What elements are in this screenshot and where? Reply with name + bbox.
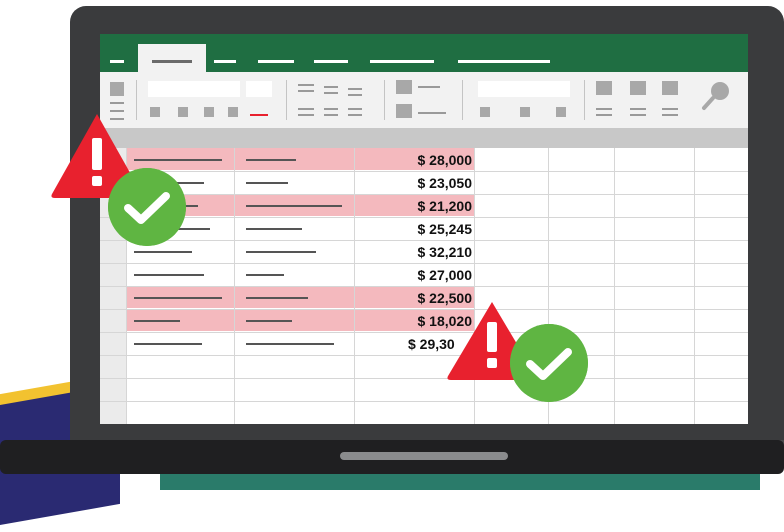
ribbon-tab-bar [100,34,748,72]
currency-icon[interactable] [480,107,490,117]
grid-row-line [100,378,748,379]
spreadsheet-grid[interactable]: $ 28,000 $ 23,050 $ 21,200 $ 25,245 $ 32… [100,148,748,424]
percent-icon[interactable] [520,107,530,117]
font-size-field[interactable] [246,81,272,97]
format-table-icon[interactable] [630,81,646,95]
align-right-icon[interactable] [348,108,362,110]
tab-data[interactable] [370,60,434,63]
amount-cell[interactable]: $ 28,000 [354,149,473,171]
grid-row-line [100,401,748,402]
formula-bar[interactable] [100,128,748,148]
cell-text-placeholder [246,343,334,345]
comma-icon[interactable] [556,107,566,117]
font-name-field[interactable] [148,81,240,97]
align-left-icon[interactable] [298,108,314,110]
tab-file[interactable] [110,60,124,63]
align-line [348,94,362,96]
ribbon-separator [286,80,287,120]
align-middle-icon[interactable] [324,86,338,88]
cell-text-placeholder [246,251,316,253]
cell-text-placeholder [246,159,296,161]
align-line [298,114,314,116]
align-line [298,90,314,92]
ribbon-separator [462,80,463,120]
align-top-icon[interactable] [298,84,314,86]
checkmark-icon [510,324,588,402]
styles-line [630,114,646,116]
tab-layout[interactable] [258,60,294,63]
wrap-text-line [418,86,440,88]
ribbon-separator [584,80,585,120]
amount-cell[interactable]: $ 23,050 [354,172,473,194]
merge-cells-line [418,112,446,114]
cell-text-placeholder [246,182,288,184]
cell-text-placeholder [134,343,202,345]
ribbon-separator [384,80,385,120]
amount-cell[interactable]: $ 25,245 [354,218,473,240]
styles-line [596,108,612,110]
underline-icon[interactable] [204,107,214,117]
checkmark-icon [108,168,186,246]
cell-text-placeholder [246,320,292,322]
align-line [348,114,362,116]
tab-formulas[interactable] [314,60,348,63]
ribbon-toolbar [100,72,748,128]
cell-styles-icon[interactable] [662,81,678,95]
amount-cell[interactable]: $ 21,200 [354,195,473,217]
amount-cell[interactable]: $ 32,210 [354,241,473,263]
cell-text-placeholder [134,274,204,276]
conditional-format-icon[interactable] [596,81,612,95]
cell-text-placeholder [246,205,342,207]
align-line [324,114,338,116]
tab-insert[interactable] [214,60,236,63]
align-bottom-icon[interactable] [348,88,362,90]
paste-icon[interactable] [110,82,124,96]
cell-text-placeholder [246,297,308,299]
styles-line [662,114,678,116]
cell-text-placeholder [246,228,302,230]
italic-icon[interactable] [178,107,188,117]
tab-home[interactable] [138,44,206,72]
font-color-icon[interactable] [250,114,268,116]
number-format-field[interactable] [478,81,570,97]
tab-review[interactable] [458,60,550,63]
bold-icon[interactable] [150,107,160,117]
search-icon[interactable] [700,78,734,112]
cell-text-placeholder [246,274,284,276]
amount-cell[interactable]: $ 27,000 [354,264,473,286]
wrap-text-icon[interactable] [396,80,412,94]
clipboard-line [110,102,124,104]
grid-row-line [100,355,748,356]
align-line [324,92,338,94]
styles-line [596,114,612,116]
border-icon[interactable] [228,107,238,117]
tab-home-label [152,60,192,63]
spreadsheet-screen: $ 28,000 $ 23,050 $ 21,200 $ 25,245 $ 32… [100,34,748,424]
merge-cells-icon[interactable] [396,104,412,118]
cell-text-placeholder [134,320,180,322]
laptop-trackpad [340,452,508,460]
cell-text-placeholder [134,251,192,253]
cell-text-placeholder [134,159,222,161]
align-center-icon[interactable] [324,108,338,110]
cell-text-placeholder [134,297,222,299]
styles-line [662,108,678,110]
styles-line [630,108,646,110]
